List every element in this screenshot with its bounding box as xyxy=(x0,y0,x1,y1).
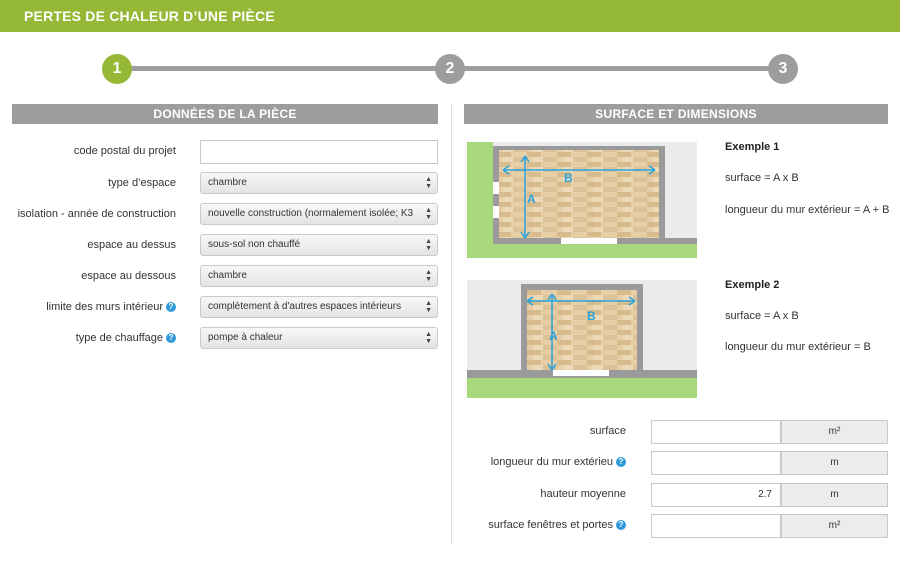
space-above-select[interactable]: sous-sol non chauffé ▲ ▼ xyxy=(200,234,438,256)
space-type-row: type d’espace chambre ▲ ▼ xyxy=(0,172,440,196)
example-2-wall: longueur du mur extérieur = B xyxy=(725,341,871,353)
space-below-row: espace au dessous chambre ▲ ▼ xyxy=(0,265,440,289)
dimension-a-label: A xyxy=(549,329,558,343)
surface-row: surface m² xyxy=(464,420,888,444)
step-3[interactable]: 3 xyxy=(768,54,798,84)
space-below-label: espace au dessous xyxy=(81,270,176,282)
room-data-header: DONNÉES DE LA PIÈCE xyxy=(12,104,438,124)
example-1-title: Exemple 1 xyxy=(725,141,780,153)
select-arrows-icon: ▲ ▼ xyxy=(425,176,432,190)
step-1[interactable]: 1 xyxy=(102,54,132,84)
page-title: PERTES DE CHALEUR D’UNE PIÈCE xyxy=(24,8,275,24)
select-arrows-icon: ▲ ▼ xyxy=(425,207,432,221)
space-below-value: chambre xyxy=(208,270,247,281)
select-arrows-icon: ▲ ▼ xyxy=(425,238,432,252)
interior-walls-label-text: limite des murs intérieur xyxy=(46,301,163,313)
surface-input[interactable] xyxy=(651,420,781,444)
average-height-row: hauteur moyenne 2.7 m xyxy=(464,483,888,507)
top-bar: PERTES DE CHALEUR D’UNE PIÈCE xyxy=(0,0,900,32)
dimension-b-label: B xyxy=(564,171,573,185)
space-above-label: espace au dessus xyxy=(87,239,176,251)
example-1-wall: longueur du mur extérieur = A + B xyxy=(725,204,890,216)
windows-doors-input[interactable] xyxy=(651,514,781,538)
postal-code-label: code postal du projet xyxy=(73,145,176,157)
select-arrows-icon: ▲ ▼ xyxy=(425,331,432,345)
select-arrows-icon: ▲ ▼ xyxy=(425,300,432,314)
space-type-value: chambre xyxy=(208,177,247,188)
exterior-wall-input[interactable] xyxy=(651,451,781,475)
help-icon[interactable]: ? xyxy=(166,302,176,312)
example-2-diagram: B A xyxy=(467,280,697,398)
help-icon[interactable]: ? xyxy=(616,520,626,530)
interior-walls-label: limite des murs intérieur? xyxy=(46,301,176,313)
average-height-unit: m xyxy=(781,483,888,507)
exterior-wall-row: longueur du mur extérieu? m xyxy=(464,451,888,475)
heating-type-label-text: type de chauffage xyxy=(75,332,163,344)
exterior-wall-unit: m xyxy=(781,451,888,475)
dimension-b-label: B xyxy=(587,309,596,323)
windows-doors-label-text: surface fenêtres et portes xyxy=(488,519,613,531)
insulation-row: isolation - année de construction nouvel… xyxy=(0,203,440,227)
heating-type-value: pompe à chaleur xyxy=(208,332,283,343)
windows-doors-unit: m² xyxy=(781,514,888,538)
average-height-input[interactable]: 2.7 xyxy=(651,483,781,507)
select-arrows-icon: ▲ ▼ xyxy=(425,269,432,283)
space-below-select[interactable]: chambre ▲ ▼ xyxy=(200,265,438,287)
progress-stepper: 1 2 3 xyxy=(0,54,900,84)
example-1-diagram: B A xyxy=(467,142,697,258)
column-divider xyxy=(451,104,452,544)
surface-unit: m² xyxy=(781,420,888,444)
stepper-connector xyxy=(130,66,436,71)
interior-walls-select[interactable]: complètement à d'autres espaces intérieu… xyxy=(200,296,438,318)
postal-code-row: code postal du projet xyxy=(0,140,440,164)
help-icon[interactable]: ? xyxy=(166,333,176,343)
help-icon[interactable]: ? xyxy=(616,457,626,467)
step-2[interactable]: 2 xyxy=(435,54,465,84)
interior-walls-row: limite des murs intérieur? complètement … xyxy=(0,296,440,320)
example-2-title: Exemple 2 xyxy=(725,279,780,291)
insulation-select[interactable]: nouvelle construction (normalement isolé… xyxy=(200,203,438,225)
insulation-value: nouvelle construction (normalement isolé… xyxy=(208,208,414,219)
interior-walls-value: complètement à d'autres espaces intérieu… xyxy=(208,301,402,312)
space-above-row: espace au dessus sous-sol non chauffé ▲ ▼ xyxy=(0,234,440,258)
windows-doors-label: surface fenêtres et portes? xyxy=(488,519,626,531)
insulation-label: isolation - année de construction xyxy=(17,208,176,220)
example-1-surface: surface = A x B xyxy=(725,172,799,184)
example-2-surface: surface = A x B xyxy=(725,310,799,322)
surface-label: surface xyxy=(589,425,626,437)
surface-dimensions-header: SURFACE ET DIMENSIONS xyxy=(464,104,888,124)
stepper-connector xyxy=(464,66,770,71)
exterior-wall-label-text: longueur du mur extérieu xyxy=(490,456,613,468)
windows-doors-row: surface fenêtres et portes? m² xyxy=(464,514,888,538)
dimension-a-label: A xyxy=(527,192,536,206)
space-type-label: type d’espace xyxy=(108,177,176,189)
heating-type-row: type de chauffage? pompe à chaleur ▲ ▼ xyxy=(0,327,440,351)
heating-type-label: type de chauffage? xyxy=(76,332,176,344)
postal-code-input[interactable] xyxy=(200,140,438,164)
heating-type-select[interactable]: pompe à chaleur ▲ ▼ xyxy=(200,327,438,349)
space-type-select[interactable]: chambre ▲ ▼ xyxy=(200,172,438,194)
space-above-value: sous-sol non chauffé xyxy=(208,239,301,250)
average-height-label: hauteur moyenne xyxy=(540,488,626,500)
exterior-wall-label: longueur du mur extérieu? xyxy=(491,456,626,468)
